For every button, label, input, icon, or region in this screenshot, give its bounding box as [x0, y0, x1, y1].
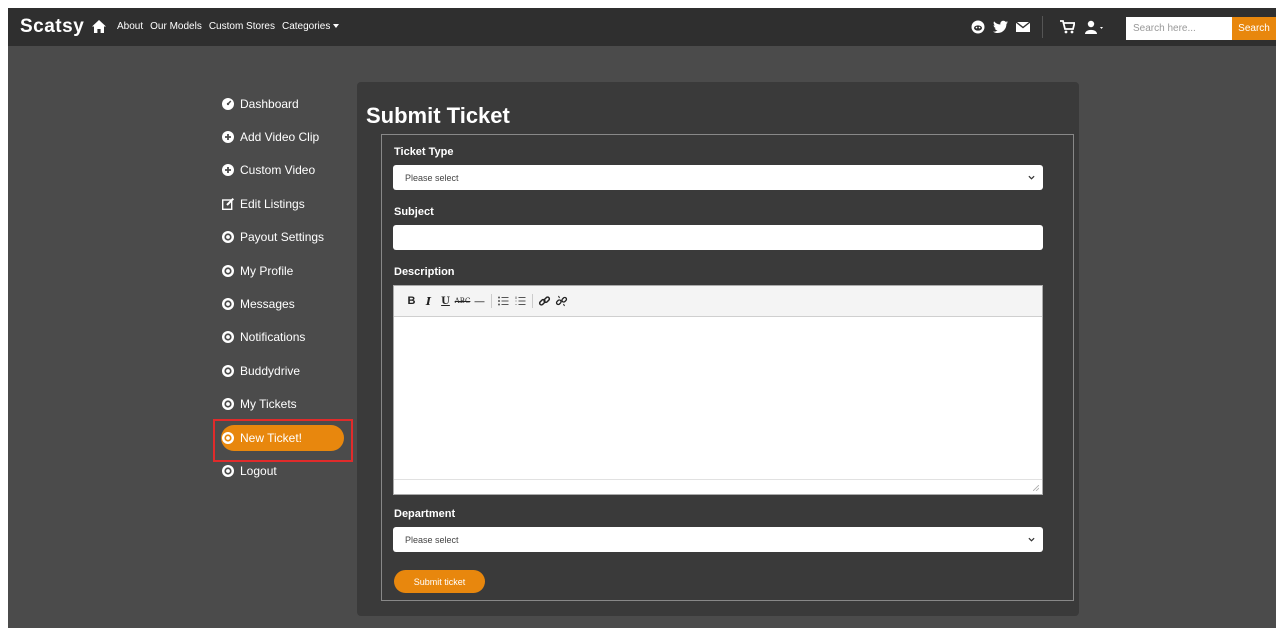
sidebar-item-label: Custom Video	[240, 163, 316, 178]
app-frame: Scatsy About Our Models Custom Stores Ca…	[8, 8, 1276, 628]
nav-about[interactable]: About	[117, 21, 143, 32]
reddit-icon[interactable]	[971, 20, 985, 34]
target-icon	[222, 431, 234, 444]
nav-categories[interactable]: Categories	[281, 21, 340, 32]
chevron-down-icon	[1028, 175, 1035, 180]
edit-icon	[222, 197, 234, 210]
sidebar-item-label: New Ticket!	[240, 430, 303, 445]
chevron-down-icon	[333, 24, 340, 29]
italic-icon[interactable]: I	[420, 295, 437, 308]
main-nav: About Our Models Custom Stores Categorie…	[117, 21, 340, 32]
nav-our-models[interactable]: Our Models	[150, 21, 202, 32]
resize-handle-icon[interactable]	[1033, 485, 1039, 491]
user-icon[interactable]	[1085, 20, 1105, 34]
department-value: Please select	[405, 535, 459, 545]
sidebar-item-dashboard[interactable]: Dashboard	[213, 87, 353, 120]
top-navbar: Scatsy About Our Models Custom Stores Ca…	[8, 8, 1276, 46]
ticket-type-label: Ticket Type	[394, 146, 454, 158]
sidebar-item-my-tickets[interactable]: My Tickets	[213, 388, 353, 421]
description-editor[interactable]: B I U ABC —	[393, 285, 1043, 495]
ticket-type-select[interactable]: Please select	[393, 165, 1043, 190]
ticket-panel: Submit Ticket Ticket Type Please select …	[357, 82, 1079, 616]
chevron-down-icon	[1028, 537, 1035, 542]
sidebar-item-edit-listings[interactable]: Edit Listings	[213, 187, 353, 220]
sidebar-item-label: My Tickets	[240, 397, 297, 412]
sidebar-item-add-video-clip[interactable]: Add Video Clip	[213, 120, 353, 153]
nav-custom-stores[interactable]: Custom Stores	[209, 21, 275, 32]
editor-toolbar: B I U ABC —	[394, 286, 1042, 317]
toolbar-separator	[532, 294, 533, 308]
sidebar-item-label: Edit Listings	[240, 196, 305, 211]
sidebar-item-label: Dashboard	[240, 96, 299, 111]
underline-icon[interactable]: U	[437, 296, 454, 307]
department-select[interactable]: Please select	[393, 527, 1043, 552]
sidebar-item-buddydrive[interactable]: Buddydrive	[213, 354, 353, 387]
nav-categories-label: Categories	[281, 21, 331, 32]
link-icon[interactable]	[536, 295, 553, 307]
sidebar-item-custom-video[interactable]: Custom Video	[213, 154, 353, 187]
toolbar-separator	[491, 294, 492, 308]
dashboard-icon	[222, 97, 234, 110]
target-icon	[222, 398, 234, 411]
description-label: Description	[394, 266, 455, 278]
plus-circle-icon	[222, 131, 234, 144]
mail-icon[interactable]	[1016, 20, 1030, 34]
target-icon	[222, 298, 234, 311]
target-icon	[222, 464, 234, 477]
plus-circle-icon	[222, 164, 234, 177]
sidebar-item-label: Messages	[240, 297, 295, 312]
target-icon	[222, 264, 234, 277]
target-icon	[222, 364, 234, 377]
sidebar-item-messages[interactable]: Messages	[213, 287, 353, 320]
sidebar-item-label: Notifications	[240, 330, 306, 345]
ticket-form: Ticket Type Please select Subject Descri…	[381, 134, 1074, 601]
sidebar-item-label: Buddydrive	[240, 363, 301, 378]
sidebar-item-label: Payout Settings	[240, 230, 325, 245]
submit-ticket-button[interactable]: Submit ticket	[394, 570, 485, 593]
department-label: Department	[394, 508, 456, 520]
home-icon[interactable]	[92, 20, 106, 33]
search-button[interactable]: Search	[1232, 17, 1276, 40]
sidebar-item-label: My Profile	[240, 263, 294, 278]
sidebar-item-my-profile[interactable]: My Profile	[213, 254, 353, 287]
twitter-icon[interactable]	[993, 20, 1008, 34]
subject-label: Subject	[394, 206, 434, 218]
target-icon	[222, 331, 234, 344]
bold-icon[interactable]: B	[403, 295, 420, 307]
sidebar-item-notifications[interactable]: Notifications	[213, 321, 353, 354]
bulleted-list-icon[interactable]	[495, 296, 512, 306]
sidebar-item-label: Logout	[240, 463, 277, 478]
strikethrough-icon[interactable]: ABC	[454, 297, 471, 305]
sidebar-item-payout-settings[interactable]: Payout Settings	[213, 221, 353, 254]
target-icon	[222, 231, 234, 244]
horizontal-rule-icon[interactable]: —	[471, 295, 488, 308]
page-title: Submit Ticket	[366, 103, 510, 128]
site-logo[interactable]: Scatsy	[20, 16, 84, 38]
numbered-list-icon[interactable]	[512, 296, 529, 306]
divider	[1042, 16, 1043, 38]
sidebar-item-label: Add Video Clip	[240, 130, 320, 145]
search-input[interactable]	[1126, 17, 1232, 40]
editor-statusbar	[394, 479, 1042, 494]
unlink-icon[interactable]	[553, 295, 570, 307]
cart-icon[interactable]	[1060, 20, 1075, 34]
ticket-type-value: Please select	[405, 173, 459, 183]
subject-input[interactable]	[393, 225, 1043, 250]
